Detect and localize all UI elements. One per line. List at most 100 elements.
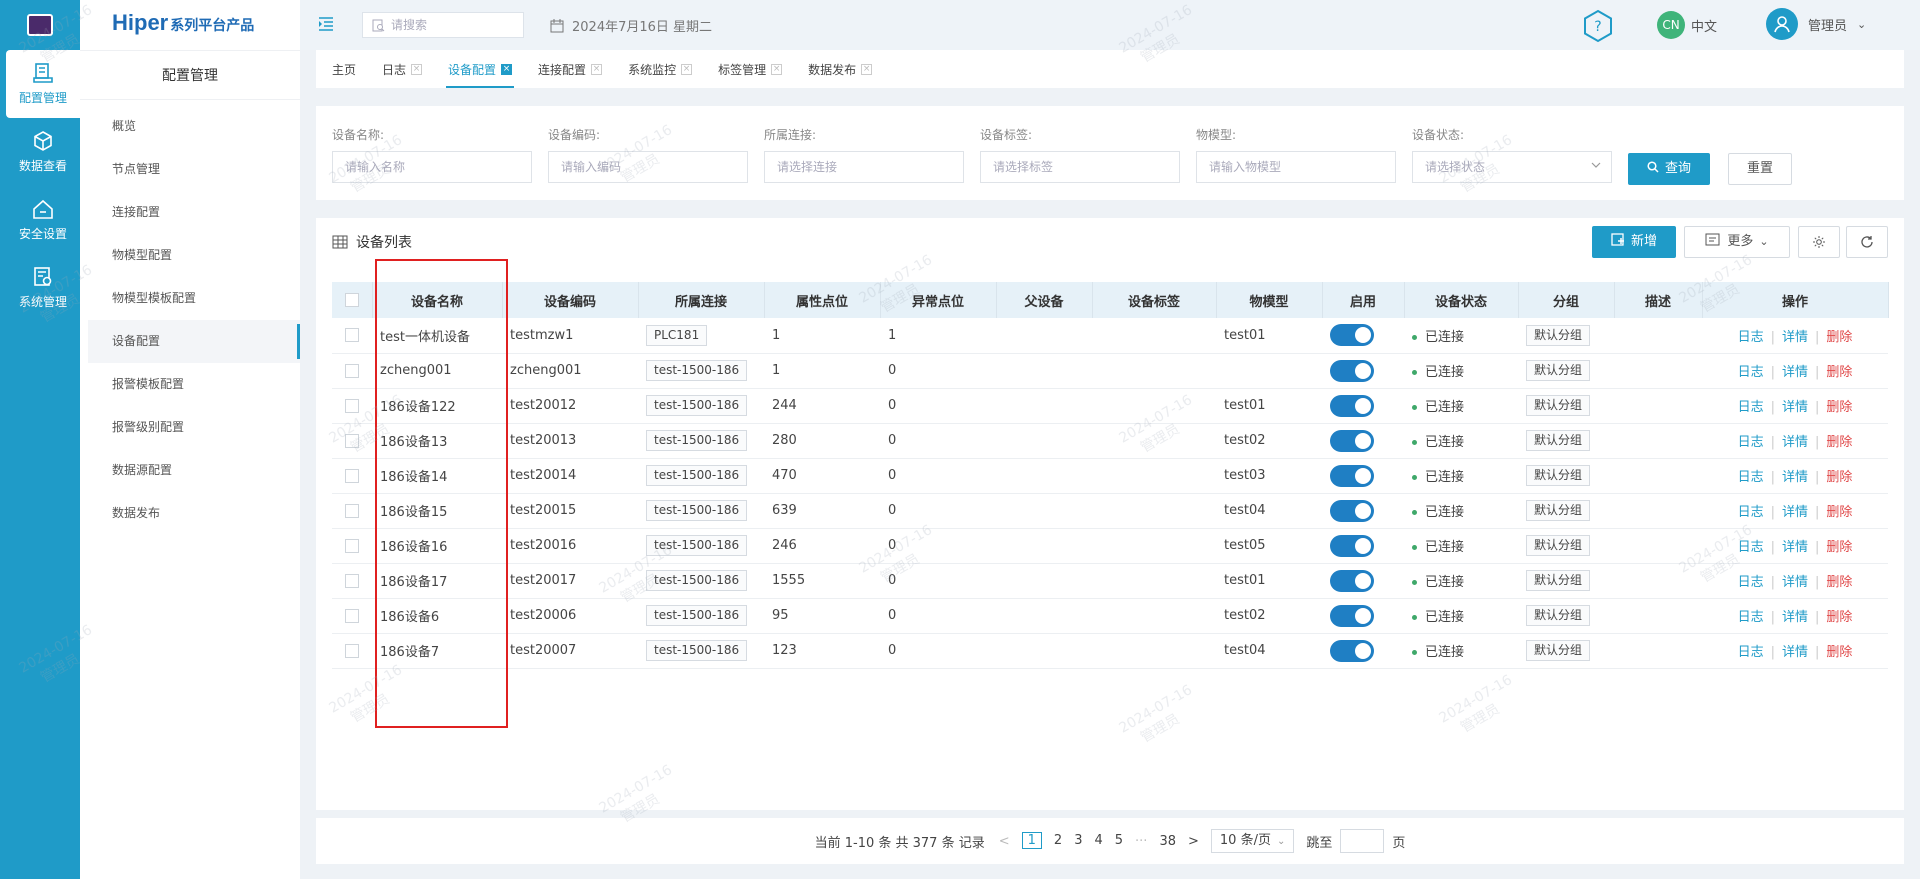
add-device-button[interactable]: 新增	[1592, 226, 1676, 258]
select-all-checkbox[interactable]	[344, 293, 359, 307]
more-button[interactable]: 更多 ⌄	[1684, 226, 1790, 258]
detail-link[interactable]: 详情	[1782, 365, 1808, 380]
rail-item[interactable]: 配置管理	[6, 50, 80, 118]
sidebar-item[interactable]: 报警级别配置	[88, 406, 300, 449]
table-row[interactable]: 186设备7 test20007 test-1500-186 123 0 test04 已连…	[332, 633, 1888, 669]
enable-toggle[interactable]	[1330, 394, 1374, 417]
enable-toggle[interactable]	[1330, 499, 1374, 522]
code-input[interactable]: 请输入编码	[548, 151, 748, 183]
row-checkbox[interactable]	[345, 398, 359, 413]
page-button[interactable]: 3	[1074, 833, 1082, 848]
last-page-button[interactable]: 38	[1159, 834, 1176, 849]
status-select[interactable]: 请选择状态	[1412, 151, 1612, 183]
table-row[interactable]: 186设备17 test20017 test-1500-186 1555 0 test01…	[332, 563, 1888, 599]
row-checkbox[interactable]	[345, 608, 359, 623]
delete-link[interactable]: 删除	[1826, 330, 1852, 345]
rail-item[interactable]: 数据查看	[6, 118, 80, 186]
help-icon[interactable]: ?	[1580, 8, 1616, 44]
user-menu[interactable]: 管理员 ⌄	[1766, 8, 1866, 40]
delete-link[interactable]: 删除	[1826, 610, 1852, 625]
tab[interactable]: 设备配置 ×	[446, 50, 515, 88]
delete-link[interactable]: 删除	[1826, 365, 1852, 380]
sidebar-item[interactable]: 报警模板配置	[88, 363, 300, 406]
detail-link[interactable]: 详情	[1782, 470, 1808, 485]
delete-link[interactable]: 删除	[1826, 505, 1852, 520]
sidebar-item[interactable]: 数据源配置	[88, 449, 300, 492]
table-row[interactable]: 186设备15 test20015 test-1500-186 639 0 test04 已…	[332, 493, 1888, 529]
log-link[interactable]: 日志	[1738, 330, 1764, 345]
table-row[interactable]: 186设备122 test20012 test-1500-186 244 0 test01…	[332, 388, 1888, 424]
tab[interactable]: 日志 ×	[382, 50, 423, 88]
name-input[interactable]: 请输入名称	[332, 151, 532, 183]
delete-link[interactable]: 删除	[1826, 540, 1852, 555]
delete-link[interactable]: 删除	[1826, 400, 1852, 415]
page-button[interactable]: 5	[1115, 833, 1123, 848]
table-row[interactable]: 186设备16 test20016 test-1500-186 246 0 test05 已…	[332, 528, 1888, 564]
tab[interactable]: 连接配置 ×	[538, 50, 603, 88]
log-link[interactable]: 日志	[1738, 540, 1764, 555]
sidebar-item[interactable]: 数据发布	[88, 492, 300, 535]
language-switch[interactable]: CN 中文	[1657, 11, 1717, 39]
tab[interactable]: 主页	[332, 50, 356, 88]
row-checkbox[interactable]	[345, 433, 359, 448]
table-row[interactable]: test一体机设备 testmzw1 PLC181 1 1 test01 已连接 默认分组 日志…	[332, 318, 1888, 354]
page-size-select[interactable]: 10 条/页 ⌄	[1210, 829, 1295, 853]
model-input[interactable]: 请输入物模型	[1196, 151, 1396, 183]
menu-fold-icon[interactable]	[318, 16, 334, 32]
search-input[interactable]: 请搜索	[362, 12, 524, 38]
refresh-button[interactable]	[1846, 226, 1888, 258]
tab[interactable]: 数据发布 ×	[808, 50, 873, 88]
close-icon[interactable]: ×	[681, 63, 693, 75]
detail-link[interactable]: 详情	[1782, 400, 1808, 415]
close-icon[interactable]: ×	[861, 63, 873, 75]
log-link[interactable]: 日志	[1738, 575, 1764, 590]
log-link[interactable]: 日志	[1738, 505, 1764, 520]
enable-toggle[interactable]	[1330, 429, 1374, 452]
query-button[interactable]: 查询	[1628, 153, 1710, 185]
detail-link[interactable]: 详情	[1782, 540, 1808, 555]
connection-select[interactable]: 请选择连接	[764, 151, 964, 183]
detail-link[interactable]: 详情	[1782, 645, 1808, 660]
tag-select[interactable]: 请选择标签	[980, 151, 1180, 183]
enable-toggle[interactable]	[1330, 324, 1374, 347]
log-link[interactable]: 日志	[1738, 470, 1764, 485]
row-checkbox[interactable]	[345, 328, 359, 343]
detail-link[interactable]: 详情	[1782, 505, 1808, 520]
close-icon[interactable]: ×	[411, 63, 423, 75]
detail-link[interactable]: 详情	[1782, 610, 1808, 625]
sidebar-item[interactable]: 设备配置	[88, 320, 300, 363]
log-link[interactable]: 日志	[1738, 435, 1764, 450]
next-page-button[interactable]: >	[1188, 834, 1199, 849]
page-ellipsis[interactable]: ···	[1135, 834, 1147, 849]
row-checkbox[interactable]	[345, 468, 359, 483]
delete-link[interactable]: 删除	[1826, 435, 1852, 450]
rail-item[interactable]: 系统管理	[6, 254, 80, 322]
page-button[interactable]: 4	[1094, 833, 1102, 848]
delete-link[interactable]: 删除	[1826, 470, 1852, 485]
close-icon[interactable]: ×	[771, 63, 783, 75]
page-button[interactable]: 1	[1021, 832, 1042, 849]
log-link[interactable]: 日志	[1738, 610, 1764, 625]
close-icon[interactable]: ×	[501, 63, 513, 75]
row-checkbox[interactable]	[345, 503, 359, 518]
rail-item[interactable]: 安全设置	[6, 186, 80, 254]
sidebar-item[interactable]: 物模型模板配置	[88, 277, 300, 320]
table-row[interactable]: zcheng001 zcheng001 test-1500-186 1 0 已连接 默认分组…	[332, 353, 1888, 389]
log-link[interactable]: 日志	[1738, 400, 1764, 415]
table-row[interactable]: 186设备6 test20006 test-1500-186 95 0 test02 已连接…	[332, 598, 1888, 634]
table-row[interactable]: 186设备13 test20013 test-1500-186 280 0 test02 已…	[332, 423, 1888, 459]
delete-link[interactable]: 删除	[1826, 645, 1852, 660]
table-row[interactable]: 186设备14 test20014 test-1500-186 470 0 test03 已…	[332, 458, 1888, 494]
sidebar-item[interactable]: 连接配置	[88, 191, 300, 234]
enable-toggle[interactable]	[1330, 569, 1374, 592]
enable-toggle[interactable]	[1330, 639, 1374, 662]
reset-button[interactable]: 重置	[1728, 153, 1792, 185]
close-icon[interactable]: ×	[591, 63, 603, 75]
jump-input[interactable]	[1340, 829, 1385, 853]
tab[interactable]: 系统监控 ×	[628, 50, 693, 88]
enable-toggle[interactable]	[1330, 534, 1374, 557]
tab[interactable]: 标签管理 ×	[718, 50, 783, 88]
enable-toggle[interactable]	[1330, 604, 1374, 627]
log-link[interactable]: 日志	[1738, 645, 1764, 660]
prev-page-button[interactable]: <	[999, 834, 1010, 849]
